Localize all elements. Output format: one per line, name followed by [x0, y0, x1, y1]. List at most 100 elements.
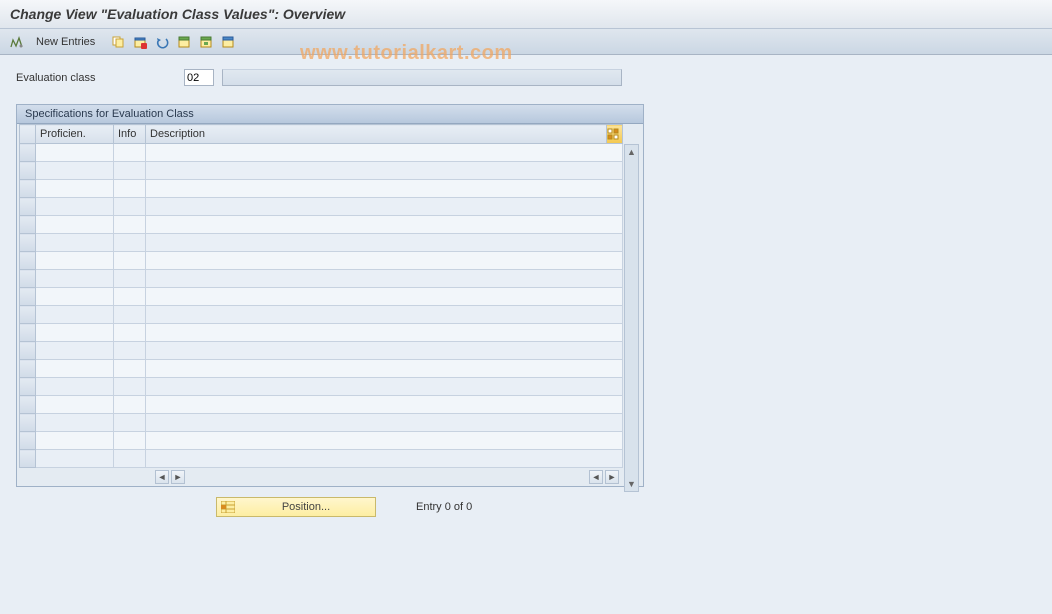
cell[interactable] — [114, 198, 146, 216]
cell[interactable] — [114, 450, 146, 468]
horizontal-scroll-row: ◄ ► ◄ ► — [19, 468, 641, 486]
cell[interactable] — [146, 396, 623, 414]
cell[interactable] — [36, 270, 114, 288]
delete-icon[interactable] — [131, 33, 149, 51]
cell[interactable] — [146, 288, 623, 306]
cell[interactable] — [36, 432, 114, 450]
scroll-left-icon[interactable]: ◄ — [155, 470, 169, 484]
cell[interactable] — [36, 234, 114, 252]
row-selector[interactable] — [20, 288, 36, 306]
cell[interactable] — [114, 414, 146, 432]
cell[interactable] — [146, 432, 623, 450]
evaluation-class-row: Evaluation class — [16, 69, 1042, 86]
row-selector[interactable] — [20, 306, 36, 324]
cell[interactable] — [114, 342, 146, 360]
vertical-scrollbar[interactable]: ▲ ▼ — [624, 144, 639, 492]
cell[interactable] — [36, 252, 114, 270]
cell[interactable] — [146, 450, 623, 468]
cell[interactable] — [36, 180, 114, 198]
row-selector[interactable] — [20, 378, 36, 396]
row-selector[interactable] — [20, 432, 36, 450]
scroll-right-icon[interactable]: ► — [171, 470, 185, 484]
cell[interactable] — [146, 360, 623, 378]
row-selector[interactable] — [20, 144, 36, 162]
position-label: Position... — [241, 501, 371, 513]
col-proficien[interactable]: Proficien. — [36, 125, 114, 144]
scroll-up-icon[interactable]: ▲ — [625, 145, 638, 159]
cell[interactable] — [146, 234, 623, 252]
undo-icon[interactable] — [153, 33, 171, 51]
footer-bar: Position... Entry 0 of 0 — [216, 497, 1042, 517]
row-selector[interactable] — [20, 450, 36, 468]
cell[interactable] — [36, 324, 114, 342]
cell[interactable] — [36, 396, 114, 414]
cell[interactable] — [36, 378, 114, 396]
select-block-icon[interactable] — [197, 33, 215, 51]
cell[interactable] — [36, 306, 114, 324]
cell[interactable] — [114, 144, 146, 162]
cell[interactable] — [146, 162, 623, 180]
cell[interactable] — [114, 306, 146, 324]
cell[interactable] — [114, 252, 146, 270]
cell[interactable] — [36, 414, 114, 432]
row-selector[interactable] — [20, 414, 36, 432]
cell[interactable] — [146, 180, 623, 198]
row-selector[interactable] — [20, 234, 36, 252]
scroll-down-icon[interactable]: ▼ — [625, 477, 638, 491]
row-selector[interactable] — [20, 396, 36, 414]
cell[interactable] — [36, 342, 114, 360]
cell[interactable] — [146, 414, 623, 432]
cell[interactable] — [114, 324, 146, 342]
cell[interactable] — [36, 198, 114, 216]
new-entries-button[interactable]: New Entries — [30, 34, 101, 50]
cell[interactable] — [146, 324, 623, 342]
table-config-icon[interactable] — [607, 125, 623, 144]
row-selector[interactable] — [20, 198, 36, 216]
cell[interactable] — [146, 216, 623, 234]
cell[interactable] — [146, 270, 623, 288]
position-button[interactable]: Position... — [216, 497, 376, 517]
cell[interactable] — [146, 306, 623, 324]
grid-icon — [221, 501, 235, 513]
row-selector[interactable] — [20, 180, 36, 198]
select-all-icon[interactable] — [175, 33, 193, 51]
evaluation-class-desc — [222, 69, 622, 86]
cell[interactable] — [114, 288, 146, 306]
row-selector[interactable] — [20, 252, 36, 270]
cell[interactable] — [36, 450, 114, 468]
evaluation-class-input[interactable] — [184, 69, 214, 86]
cell[interactable] — [114, 180, 146, 198]
deselect-icon[interactable] — [219, 33, 237, 51]
cell[interactable] — [146, 144, 623, 162]
scroll-right-end-icon[interactable]: ► — [605, 470, 619, 484]
cell[interactable] — [146, 378, 623, 396]
row-selector[interactable] — [20, 360, 36, 378]
cell[interactable] — [36, 162, 114, 180]
row-selector[interactable] — [20, 342, 36, 360]
col-info[interactable]: Info — [114, 125, 146, 144]
cell[interactable] — [114, 396, 146, 414]
row-selector[interactable] — [20, 216, 36, 234]
toggle-icon[interactable] — [8, 33, 26, 51]
cell[interactable] — [36, 144, 114, 162]
scroll-left-end-icon[interactable]: ◄ — [589, 470, 603, 484]
cell[interactable] — [114, 270, 146, 288]
cell[interactable] — [146, 252, 623, 270]
cell[interactable] — [114, 432, 146, 450]
cell[interactable] — [146, 342, 623, 360]
row-selector[interactable] — [20, 324, 36, 342]
cell[interactable] — [114, 360, 146, 378]
cell[interactable] — [114, 234, 146, 252]
cell[interactable] — [146, 198, 623, 216]
cell[interactable] — [114, 162, 146, 180]
cell[interactable] — [36, 216, 114, 234]
col-description[interactable]: Description — [146, 125, 607, 144]
cell[interactable] — [114, 378, 146, 396]
row-selector[interactable] — [20, 162, 36, 180]
cell[interactable] — [36, 288, 114, 306]
col-select[interactable] — [20, 125, 36, 144]
copy-icon[interactable] — [109, 33, 127, 51]
cell[interactable] — [36, 360, 114, 378]
row-selector[interactable] — [20, 270, 36, 288]
cell[interactable] — [114, 216, 146, 234]
